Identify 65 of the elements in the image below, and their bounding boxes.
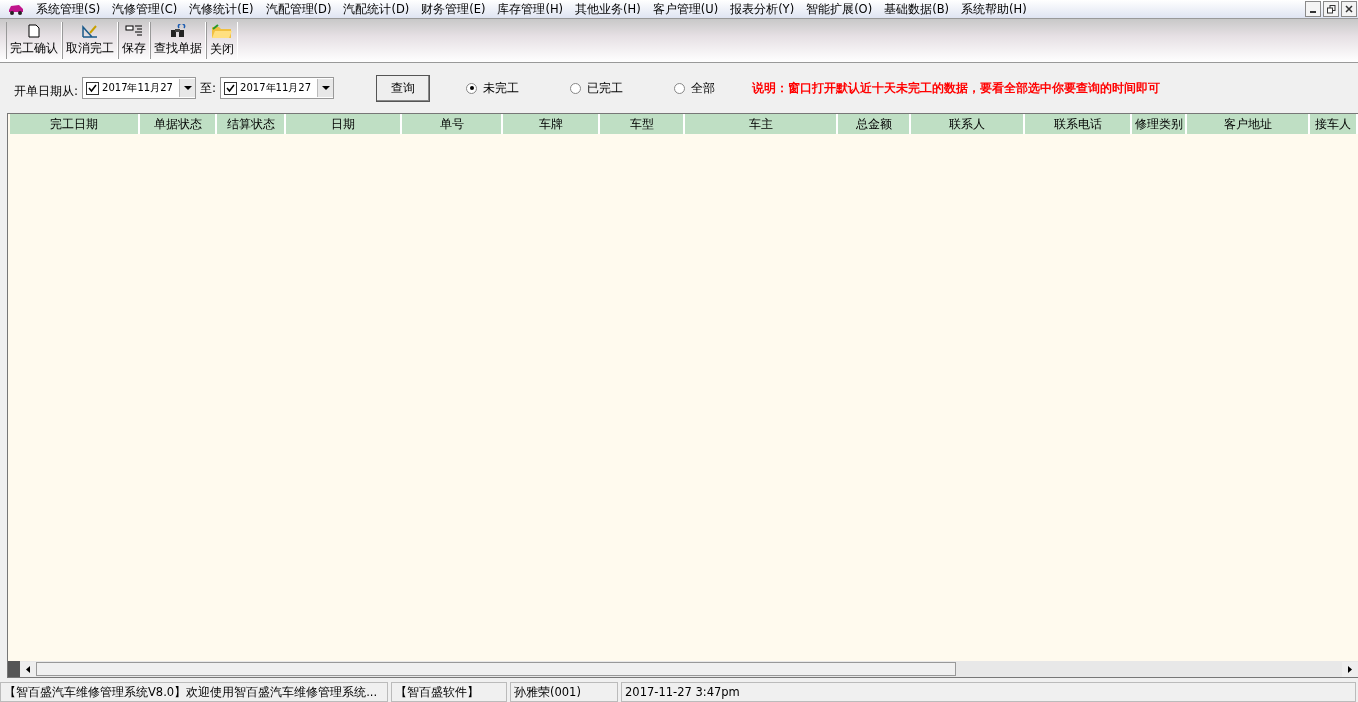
column-header[interactable]: 客户地址 xyxy=(1187,114,1310,134)
close-icon xyxy=(1345,5,1353,13)
column-header[interactable]: 完工日期 xyxy=(10,114,140,134)
date-from-label: 开单日期从: xyxy=(14,82,79,100)
radio-option[interactable]: 未完工 xyxy=(466,79,571,97)
menu-item[interactable]: 报表分析(Y) xyxy=(724,1,801,17)
menu-item[interactable]: 汽修管理(C) xyxy=(106,1,184,17)
menu-item[interactable]: 智能扩展(O) xyxy=(800,1,879,17)
checkbox[interactable] xyxy=(86,81,100,95)
date-to-label: 至: xyxy=(200,79,217,97)
column-header[interactable]: 接车人 xyxy=(1310,114,1358,134)
toolbar-button[interactable]: 查找单据 xyxy=(150,22,206,59)
car-icon xyxy=(8,3,24,15)
menu-item[interactable]: 汽配管理(D) xyxy=(259,1,338,17)
column-header[interactable]: 日期 xyxy=(286,114,402,134)
restore-icon xyxy=(1326,4,1336,14)
menu-item[interactable]: 系统管理(S) xyxy=(30,1,107,17)
column-header[interactable]: 结算状态 xyxy=(217,114,286,134)
column-header[interactable]: 单据状态 xyxy=(140,114,217,134)
date-to-picker[interactable]: 2017年11月27 xyxy=(220,77,335,99)
column-header[interactable]: 车牌 xyxy=(503,114,600,134)
query-button[interactable]: 查询 xyxy=(376,74,431,102)
toolbar-button[interactable]: 关闭 xyxy=(206,22,238,59)
column-header[interactable]: 车主 xyxy=(685,114,838,134)
ruler-pencil-icon xyxy=(82,24,98,38)
status-panel: 孙雅荣(001) xyxy=(510,682,618,702)
toolbar-button[interactable]: 保存 xyxy=(118,22,150,59)
status-panel: 【智百盛汽车维修管理系统V8.0】欢迎使用智百盛汽车维修管理系统... xyxy=(0,682,388,702)
scroll-right-icon[interactable] xyxy=(1342,661,1358,677)
toolbar-button[interactable]: 取消完工 xyxy=(62,22,118,59)
radio-button[interactable] xyxy=(466,82,478,94)
date-from-picker[interactable]: 2017年11月27 xyxy=(82,77,197,99)
menu-item[interactable]: 基础数据(B) xyxy=(878,1,956,17)
menu-item[interactable]: 系统帮助(H) xyxy=(955,1,1033,17)
column-header[interactable]: 修理类别 xyxy=(1132,114,1187,134)
folder-icon xyxy=(211,23,233,39)
radio-button[interactable] xyxy=(674,82,686,94)
menu-item[interactable]: 汽配统计(D) xyxy=(337,1,416,17)
column-header[interactable]: 总金额 xyxy=(838,114,911,134)
binoculars-icon xyxy=(170,24,186,38)
scroll-left-icon[interactable] xyxy=(20,661,36,677)
status-panel: 【智百盛软件】 xyxy=(391,682,507,702)
radio-option[interactable]: 全部 xyxy=(674,79,745,97)
document-icon xyxy=(28,24,40,38)
column-header[interactable]: 单号 xyxy=(402,114,503,134)
minimize-button[interactable] xyxy=(1305,1,1321,17)
menu-item[interactable]: 客户管理(U) xyxy=(646,1,725,17)
close-button[interactable] xyxy=(1341,1,1357,17)
scrollbar-thumb[interactable] xyxy=(36,662,956,676)
radio-button[interactable] xyxy=(570,82,582,94)
menu-item[interactable]: 财务管理(E) xyxy=(415,1,492,17)
column-header[interactable]: 联系电话 xyxy=(1025,114,1132,134)
list-icon xyxy=(125,24,143,38)
radio-option[interactable]: 已完工 xyxy=(570,79,675,97)
column-header[interactable]: 联系人 xyxy=(911,114,1025,134)
menu-item[interactable]: 汽修统计(E) xyxy=(183,1,260,17)
toolbar-button[interactable]: 完工确认 xyxy=(6,22,62,59)
menu-item[interactable]: 其他业务(H) xyxy=(569,1,647,17)
note-text: 说明：窗口打开默认近十天未完工的数据，要看全部选中你要查询的时间即可 xyxy=(752,79,1161,97)
horizontal-scrollbar[interactable] xyxy=(8,661,1358,677)
status-panel: 2017-11-27 3:47pm xyxy=(621,682,1356,702)
column-header[interactable]: 车型 xyxy=(600,114,685,134)
restore-button[interactable] xyxy=(1323,1,1339,17)
checkbox[interactable] xyxy=(224,81,238,95)
menu-item[interactable]: 库存管理(H) xyxy=(491,1,570,17)
